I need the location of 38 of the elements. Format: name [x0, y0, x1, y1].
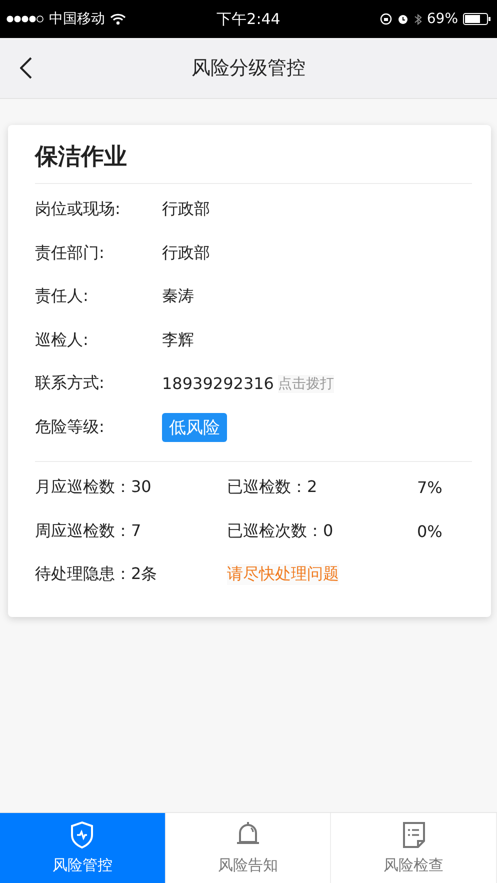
battery-icon — [463, 13, 491, 25]
page-title: 风险分级管控 — [192, 56, 306, 81]
carrier-name: 中国移动 — [49, 10, 105, 28]
wifi-icon — [110, 13, 126, 25]
rotation-lock-icon — [380, 13, 392, 25]
tab[interactable]: 风险告知 — [166, 813, 332, 883]
field-value: 秦涛 — [162, 286, 194, 308]
signal-icon — [6, 15, 44, 23]
field-value: 行政部 — [162, 199, 210, 220]
stat-text: 已巡检次数：0 — [227, 520, 334, 542]
stat-percent: 7% — [417, 478, 442, 498]
tab[interactable]: 风险管控 — [0, 813, 166, 883]
call-link[interactable]: 点击拨打 — [278, 374, 334, 393]
stat-percent: 0% — [417, 522, 442, 541]
stat-text: 月应巡检数：30 — [35, 477, 152, 498]
warning-text: 请尽快处理问题 — [227, 564, 339, 586]
phone-number: 18939292316 — [162, 374, 274, 394]
back-icon[interactable] — [20, 57, 32, 79]
risk-level-badge: 低风险 — [162, 412, 227, 442]
field-label: 责任部门: — [35, 242, 106, 264]
pending-count: 待处理隐患：2条 — [35, 564, 158, 586]
card-title: 保洁作业 — [34, 143, 128, 172]
field-value: 行政部 — [162, 242, 210, 264]
stat-text: 周应巡检数：7 — [35, 520, 142, 542]
field-label: 岗位或现场: — [35, 199, 122, 220]
bluetooth-icon — [414, 12, 422, 26]
tab[interactable]: 风险检查 — [331, 813, 497, 883]
status-time: 下午2:44 — [216, 10, 280, 28]
field-label: 巡检人: — [35, 330, 90, 351]
field-label: 危险等级: — [35, 416, 106, 438]
field-label: 责任人: — [35, 286, 90, 308]
battery-percent: 69% — [426, 11, 458, 27]
field-label: 联系方式: — [35, 373, 106, 394]
document-icon — [402, 821, 426, 849]
shield-icon — [70, 821, 94, 849]
field-value: 李辉 — [162, 330, 194, 351]
alarm-icon — [396, 13, 409, 25]
stat-text: 已巡检数：2 — [227, 477, 318, 498]
